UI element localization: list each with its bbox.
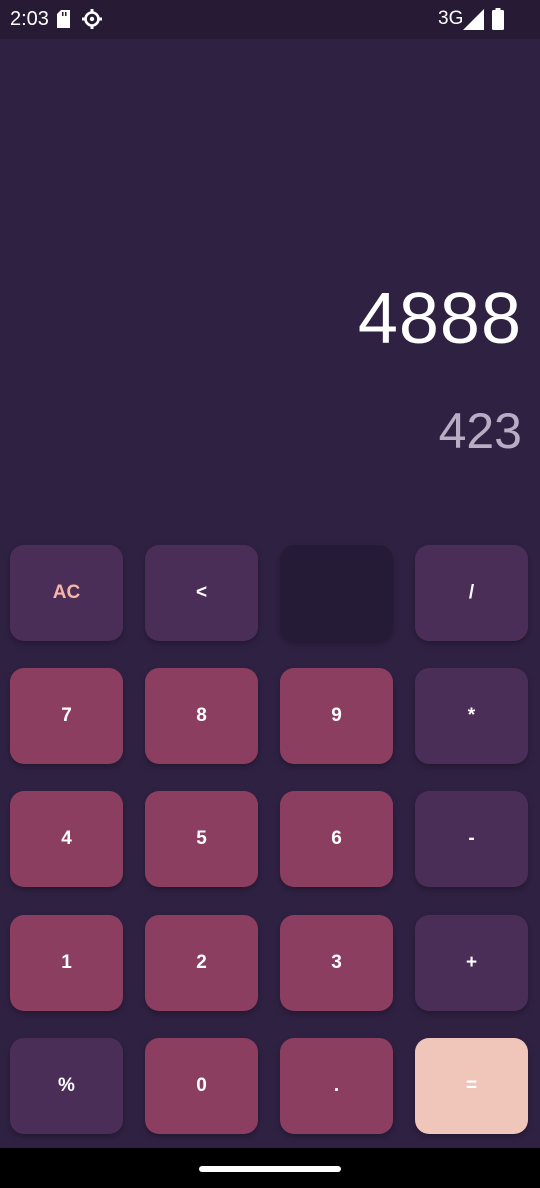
divide-button[interactable]: / — [415, 545, 528, 641]
digit-1-button[interactable]: 1 — [10, 915, 123, 1011]
digit-5-button[interactable]: 5 — [145, 791, 258, 887]
digit-4-button[interactable]: 4 — [10, 791, 123, 887]
backspace-button-label: < — [195, 582, 208, 603]
percent-button[interactable]: % — [10, 1038, 123, 1134]
equals-button-label: = — [465, 1075, 478, 1096]
digit-5-label: 5 — [196, 828, 207, 849]
clear-button-label: AC — [52, 582, 81, 603]
expression-text: 423 — [438, 403, 522, 459]
minus-button[interactable]: - — [415, 791, 528, 887]
plus-button[interactable]: + — [415, 915, 528, 1011]
digit-6-button[interactable]: 6 — [280, 791, 393, 887]
multiply-button-label: * — [467, 705, 476, 726]
keypad: AC < / 7 8 9 * 4 5 6 - 1 2 3 + % 0 . = — [0, 545, 540, 1145]
multiply-button[interactable]: * — [415, 668, 528, 764]
digit-4-label: 4 — [61, 828, 72, 849]
status-time: 2:03 — [10, 8, 49, 30]
divide-button-label: / — [468, 582, 475, 603]
decimal-point-label: . — [333, 1075, 340, 1096]
result-text: 4888 — [357, 279, 522, 359]
digit-3-button[interactable]: 3 — [280, 915, 393, 1011]
digit-3-label: 3 — [331, 952, 342, 973]
digit-0-button[interactable]: 0 — [145, 1038, 258, 1134]
digit-9-label: 9 — [331, 705, 342, 726]
digit-6-label: 6 — [331, 828, 342, 849]
home-gesture-handle[interactable] — [199, 1166, 341, 1172]
battery-icon — [492, 8, 504, 30]
network-type: 3G — [438, 8, 464, 29]
digit-2-button[interactable]: 2 — [145, 915, 258, 1011]
sd-card-icon — [57, 10, 70, 28]
minus-button-label: - — [468, 828, 475, 849]
digit-8-button[interactable]: 8 — [145, 668, 258, 764]
digit-7-label: 7 — [61, 705, 72, 726]
digit-1-label: 1 — [61, 952, 72, 973]
navigation-bar — [0, 1148, 540, 1188]
clear-button[interactable]: AC — [10, 545, 123, 641]
calculator-display: 4888 423 — [0, 39, 540, 529]
digit-0-label: 0 — [196, 1075, 207, 1096]
status-bar: 2:03 3G — [0, 0, 540, 39]
digit-8-label: 8 — [196, 705, 207, 726]
plus-button-label: + — [465, 952, 478, 973]
digit-9-button[interactable]: 9 — [280, 668, 393, 764]
equals-button[interactable]: = — [415, 1038, 528, 1134]
signal-icon — [463, 9, 484, 30]
decimal-point-button[interactable]: . — [280, 1038, 393, 1134]
gear-icon — [82, 9, 102, 29]
digit-2-label: 2 — [196, 952, 207, 973]
percent-button-label: % — [58, 1075, 75, 1096]
backspace-button[interactable]: < — [145, 545, 258, 641]
blank-button[interactable] — [280, 545, 393, 641]
digit-7-button[interactable]: 7 — [10, 668, 123, 764]
